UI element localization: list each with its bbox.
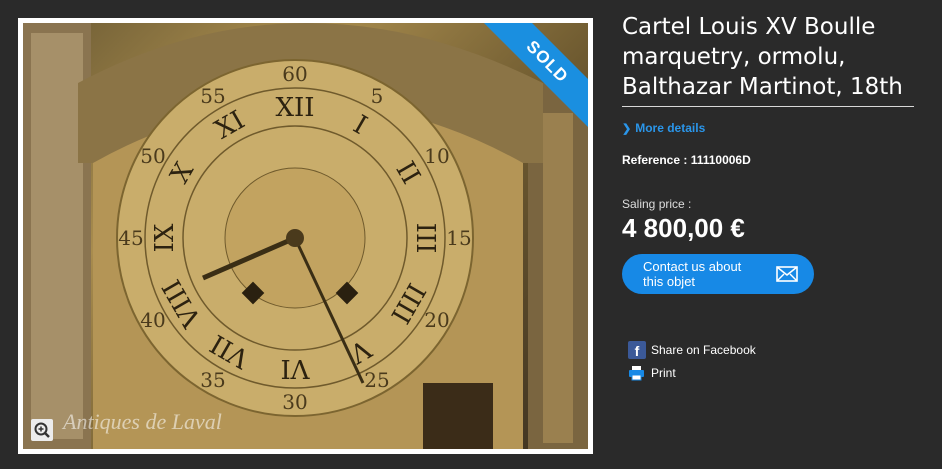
share-facebook-label: Share on Facebook bbox=[651, 343, 756, 357]
contact-button[interactable]: Contact us about this objet bbox=[622, 254, 814, 294]
print-link[interactable]: Print bbox=[628, 365, 676, 381]
dial-hour-numeral: III bbox=[410, 223, 440, 254]
dial-minute-number: 25 bbox=[364, 368, 389, 392]
more-details-label: More details bbox=[635, 121, 706, 135]
dial-hour-numeral: XII bbox=[275, 93, 314, 123]
dial-hour-numeral: VI bbox=[280, 353, 310, 383]
facebook-icon: f bbox=[628, 341, 646, 359]
share-facebook-link[interactable]: f Share on Facebook bbox=[628, 341, 756, 359]
dial-minute-number: 20 bbox=[424, 308, 449, 332]
chevron-right-icon: ❯ bbox=[622, 122, 632, 135]
more-details-link[interactable]: ❯ More details bbox=[622, 121, 922, 135]
print-label: Print bbox=[651, 366, 676, 380]
product-photo-frame: 60 5 10 15 20 25 30 35 40 45 50 55 XII I II III IIII V VI… bbox=[18, 18, 593, 454]
dial-hour-numeral: IX bbox=[150, 223, 180, 252]
product-photo[interactable]: 60 5 10 15 20 25 30 35 40 45 50 55 XII I II III IIII V VI… bbox=[23, 23, 588, 449]
product-title: Cartel Louis XV Boulle marquetry, ormolu… bbox=[622, 12, 914, 107]
dial-minute-number: 30 bbox=[282, 390, 307, 414]
clock-illustration: 60510152025303540455055 XIIIIIIIIIIIIVVI… bbox=[23, 23, 588, 449]
dial-minute-number: 5 bbox=[371, 84, 384, 108]
dial-minute-number: 40 bbox=[140, 308, 165, 332]
product-price: 4 800,00 € bbox=[622, 213, 745, 243]
dial-minute-number: 50 bbox=[140, 144, 165, 168]
contact-button-label: Contact us about this objet bbox=[643, 259, 742, 289]
product-info: Cartel Louis XV Boulle marquetry, ormolu… bbox=[622, 12, 922, 294]
product-reference: Reference : 11110006D bbox=[622, 153, 751, 167]
photo-watermark: Antiques de Laval bbox=[63, 409, 222, 434]
dial-minute-number: 15 bbox=[446, 226, 471, 250]
dial-minute-number: 10 bbox=[424, 144, 449, 168]
dial-minute-number: 55 bbox=[200, 84, 225, 108]
price-label: Saling price : bbox=[622, 197, 692, 211]
dial-minute-number: 60 bbox=[282, 62, 307, 86]
zoom-icon bbox=[34, 422, 50, 438]
zoom-button[interactable] bbox=[31, 419, 53, 441]
dial-minute-number: 35 bbox=[200, 368, 225, 392]
mail-icon bbox=[776, 266, 798, 282]
dial-minute-number: 45 bbox=[118, 226, 143, 250]
print-icon bbox=[629, 366, 644, 381]
